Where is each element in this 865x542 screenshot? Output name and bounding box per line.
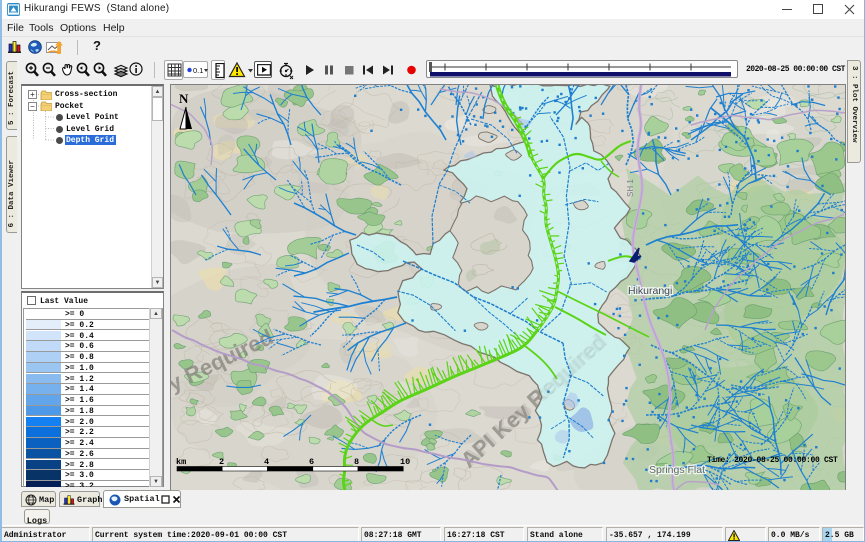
svg-text:Time: 2020-08-25 00:00:00 CST: Time: 2020-08-25 00:00:00 CST — [707, 456, 838, 465]
svg-text:Hikurangi: Hikurangi — [628, 285, 672, 297]
svg-text:SH 1: SH 1 — [626, 179, 635, 197]
svg-text:N: N — [179, 91, 189, 106]
svg-text:0.1: 0.1 — [193, 66, 203, 75]
svg-text:4: 4 — [264, 457, 269, 467]
svg-text:6: 6 — [309, 457, 314, 467]
svg-text:2: 2 — [219, 457, 224, 467]
svg-text:10: 10 — [400, 457, 410, 467]
svg-text:km: km — [176, 457, 186, 467]
svg-text:8: 8 — [354, 457, 359, 467]
svg-text:Springs Flat: Springs Flat — [649, 464, 705, 476]
